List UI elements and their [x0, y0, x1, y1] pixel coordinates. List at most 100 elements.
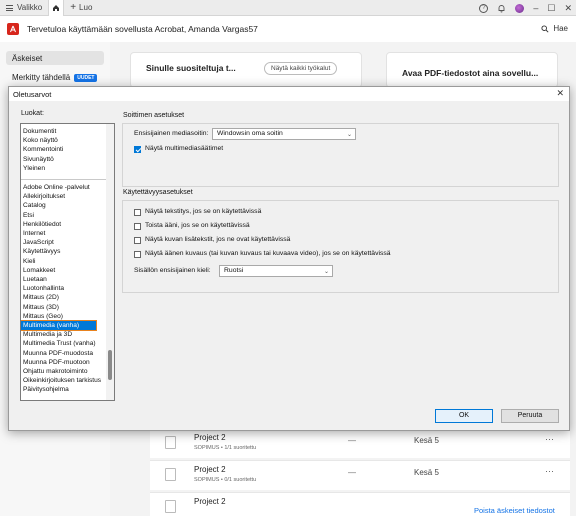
category-item[interactable]: Luotonhallinta — [23, 284, 64, 293]
search-label: Hae — [553, 24, 568, 33]
plus-icon: + — [70, 1, 77, 13]
category-item-selected[interactable]: Multimedia (vanha) — [21, 319, 97, 332]
group-title: Soittimen asetukset — [123, 112, 185, 119]
category-item[interactable]: Kieli — [23, 257, 35, 266]
bell-icon[interactable] — [497, 4, 506, 13]
audio-checkbox[interactable] — [134, 223, 141, 230]
new-badge: UUDET — [74, 73, 98, 82]
ok-button[interactable]: OK — [435, 409, 493, 423]
category-item[interactable]: Dokumentit — [23, 127, 56, 136]
accessibility-settings-group: Käytettävyysasetukset Näytä tekstitys, j… — [122, 189, 559, 293]
search-button[interactable]: Hae — [541, 24, 568, 33]
captions-checkbox[interactable] — [134, 209, 141, 216]
language-label: Sisällön ensisijainen kieli: — [134, 267, 211, 274]
category-item[interactable]: Kommentointi — [23, 145, 63, 154]
media-player-value: Windowsin oma soitin — [217, 130, 283, 137]
media-player-label: Ensisijainen mediasoitin: — [134, 130, 209, 137]
open-pdf-card: Avaa PDF-tiedostot aina sovellu... — [386, 52, 558, 88]
more-options-icon[interactable]: ··· — [545, 466, 554, 476]
dialog-titlebar: Oletusarvot ✕ — [9, 87, 569, 101]
close-icon[interactable]: ✕ — [556, 88, 564, 99]
category-item[interactable]: Allekirjoitukset — [23, 192, 65, 201]
scrollbar-thumb[interactable] — [108, 350, 112, 380]
category-item[interactable]: Henkilötiedot — [23, 220, 61, 229]
file-date: Kesä 5 — [414, 436, 439, 445]
category-item[interactable]: Oikeinkirjoituksen tarkistus — [23, 376, 101, 385]
dialog-title: Oletusarvot — [13, 90, 52, 99]
sidebar-item-label: Merkitty tähdellä — [12, 73, 71, 82]
close-icon[interactable]: ✕ — [564, 3, 572, 14]
card-title: Avaa PDF-tiedostot aina sovellu... — [402, 68, 539, 78]
categories-list[interactable]: Dokumentit Koko näyttö Kommentointi Sivunäy… — [20, 123, 115, 401]
category-item[interactable]: Ohjattu makrotoiminto — [23, 367, 88, 376]
menu-button[interactable]: Valikko — [0, 0, 48, 16]
categories-label: Luokat: — [21, 110, 44, 117]
category-item[interactable]: Sivunäyttö — [23, 155, 54, 164]
category-item[interactable]: Mittaus (2D) — [23, 293, 59, 302]
more-options-icon[interactable]: ··· — [545, 434, 554, 444]
new-tab-label: Luo — [79, 3, 93, 12]
new-tab-button[interactable]: + Luo — [64, 0, 98, 16]
preferences-dialog: Oletusarvot ✕ Luokat: Dokumentit Koko näy… — [8, 86, 570, 431]
category-item[interactable]: Käytettävyys — [23, 247, 60, 256]
help-icon[interactable]: ? — [479, 3, 489, 13]
show-controls-label: Näytä multimediasäätimet — [145, 145, 224, 152]
table-row[interactable]: Project 2 SOPIMUS • 1/1 suoritettu — Kes… — [150, 428, 570, 458]
language-select[interactable]: Ruotsi ⌄ — [219, 265, 333, 277]
chevron-down-icon: ⌄ — [346, 132, 352, 138]
category-item[interactable]: Catalog — [23, 201, 46, 210]
file-icon — [165, 468, 176, 481]
audio-description-checkbox[interactable] — [134, 251, 141, 258]
file-meta: SOPIMUS • 1/1 suoritettu — [194, 445, 257, 451]
language-value: Ruotsi — [224, 267, 244, 274]
sidebar-item-label: Äskeiset — [12, 54, 43, 63]
category-item[interactable]: Muunna PDF-muodosta — [23, 349, 93, 358]
show-controls-checkbox[interactable] — [134, 146, 141, 153]
file-name: Project 2 — [194, 497, 226, 506]
image-alt-text-checkbox[interactable] — [134, 237, 141, 244]
file-date: Kesä 5 — [414, 468, 439, 477]
sidebar-item-recent[interactable]: Äskeiset — [6, 51, 104, 65]
sidebar-item-starred[interactable]: Merkitty tähdellä UUDET — [6, 70, 104, 84]
option-label: Näytä kuvan lisätekstit, jos ne ovat käy… — [145, 236, 291, 243]
file-owner: — — [348, 436, 356, 445]
category-item[interactable]: Lomakkeet — [23, 266, 55, 275]
category-item[interactable]: Koko näyttö — [23, 136, 58, 145]
welcome-text: Tervetuloa käyttämään sovellusta Acrobat… — [27, 24, 258, 34]
category-item[interactable]: Päivitysohjelma — [23, 385, 69, 394]
file-icon — [165, 500, 176, 513]
category-item[interactable]: Yleinen — [23, 164, 45, 173]
avatar[interactable] — [515, 3, 525, 13]
table-row[interactable]: Project 2 SOPIMUS • 0/1 suoritettu — Kes… — [150, 460, 570, 490]
category-item[interactable]: Internet — [23, 229, 45, 238]
cancel-button[interactable]: Peruuta — [501, 409, 559, 423]
category-item[interactable]: Muunna PDF-muotoon — [23, 358, 90, 367]
category-item[interactable]: Etsi — [23, 211, 34, 220]
group-title: Käytettävyysasetukset — [123, 189, 193, 196]
category-item[interactable]: JavaScript — [23, 238, 54, 247]
category-item[interactable]: Mittaus (3D) — [23, 303, 59, 312]
show-all-tools-button[interactable]: Näytä kaikki työkalut — [264, 62, 338, 75]
scrollbar[interactable] — [106, 124, 114, 400]
file-name: Project 2 — [194, 465, 226, 474]
minimize-icon[interactable]: – — [533, 3, 538, 13]
category-item[interactable]: Adobe Online -palvelut — [23, 183, 90, 192]
option-label: Näytä tekstitys, jos se on käytettävissä — [145, 208, 262, 215]
search-icon — [541, 24, 549, 33]
category-item[interactable]: Luetaan — [23, 275, 47, 284]
file-name: Project 2 — [194, 433, 226, 442]
file-meta: SOPIMUS • 0/1 suoritettu — [194, 477, 257, 483]
category-item[interactable]: Multimedia ja 3D — [23, 330, 72, 339]
category-item[interactable]: Mittaus (Geo) — [23, 312, 63, 321]
option-label: Toista ääni, jos se on käytettävissä — [145, 222, 250, 229]
media-player-select[interactable]: Windowsin oma soitin ⌄ — [212, 128, 356, 140]
home-tab[interactable] — [48, 0, 65, 16]
clear-recent-link[interactable]: Poista äskeiset tiedostot — [474, 506, 555, 515]
tab-bar: Valikko + Luo ? – ☐ ✕ — [0, 0, 576, 16]
maximize-icon[interactable]: ☐ — [547, 3, 555, 14]
welcome-bar: Tervetuloa käyttämään sovellusta Acrobat… — [0, 16, 576, 42]
acrobat-logo-icon — [7, 23, 19, 35]
card-title: Sinulle suositeltuja t... — [146, 63, 236, 73]
category-item[interactable]: Multimedia Trust (vanha) — [23, 339, 96, 348]
list-separator — [21, 179, 106, 180]
